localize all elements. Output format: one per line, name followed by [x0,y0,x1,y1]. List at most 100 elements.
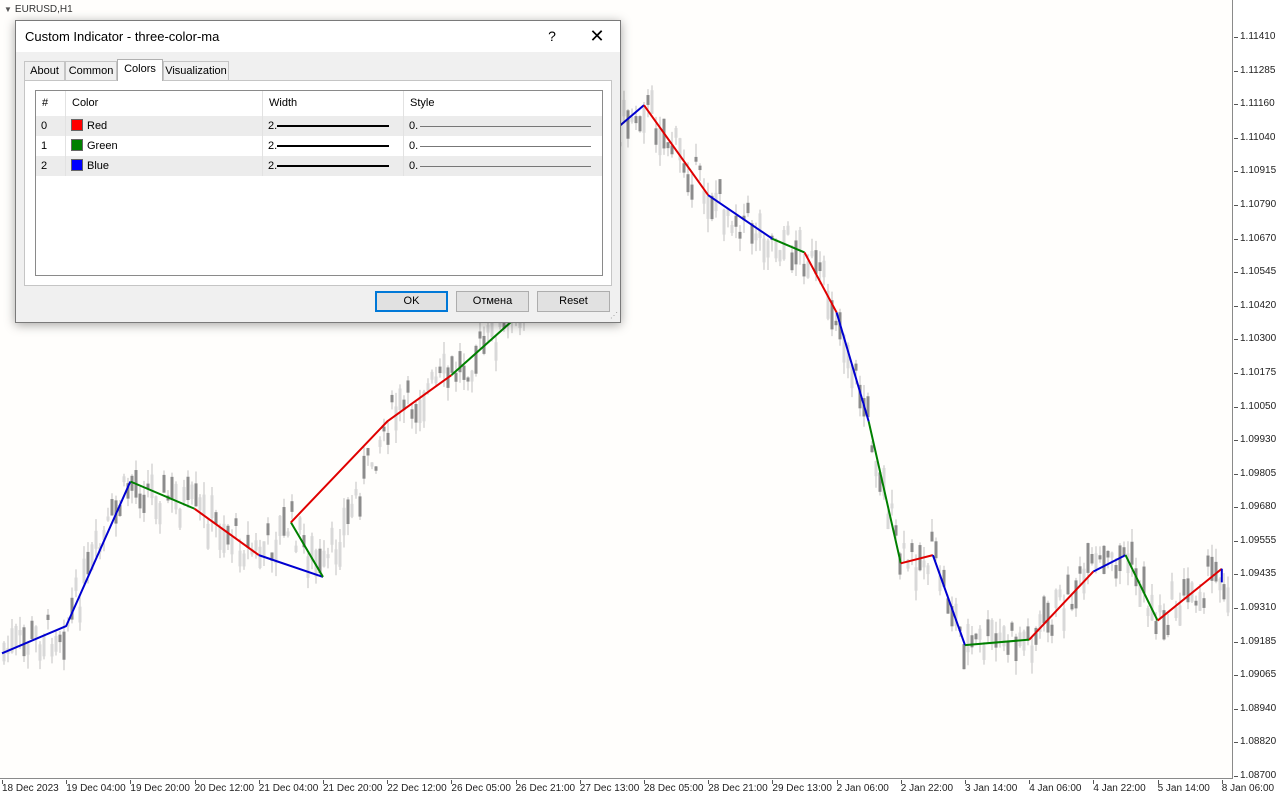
resize-grip-icon[interactable]: ⋰ [610,312,618,320]
candle-body [1222,584,1226,600]
price-label: 1.09310 [1240,602,1277,614]
time-label: 2 Jan 06:00 [836,783,889,794]
symbol-label[interactable]: ▼ EURUSD,H1 [4,4,73,15]
candle-body [650,90,654,114]
candle-body [326,554,330,559]
ma-segment-red [1156,567,1223,622]
color-cell[interactable]: Blue [66,156,263,176]
color-cell[interactable]: Red [66,116,263,136]
width-cell[interactable]: 2. [263,116,404,136]
price-tick [1234,574,1238,576]
table-row[interactable]: 0 Red 2. 0. [36,116,602,136]
price-label: 1.09805 [1240,467,1277,479]
price-tick [1234,708,1238,710]
candle-body [286,531,290,536]
color-cell[interactable]: Green [66,136,263,156]
dialog-titlebar[interactable]: Custom Indicator - three-color-ma ? ✕ [16,21,620,52]
candle-body [1030,645,1034,663]
column-header-width[interactable]: Width [263,91,404,116]
table-row[interactable]: 1 Green 2. 0. [36,136,602,156]
width-value: 2. [268,160,278,172]
candle-body [1174,607,1178,618]
price-label: 1.10790 [1240,198,1277,210]
candle-body [18,630,22,636]
candle-body [702,190,706,204]
candle-body [766,240,770,258]
time-label: 5 Jan 14:00 [1157,783,1210,794]
candle-body [58,634,62,643]
time-axis: 18 Dec 2023 19 Dec 04:00 19 Dec 20:00 20 De… [0,780,1274,800]
candle-body [358,496,362,517]
style-cell[interactable]: 0. [404,136,602,156]
style-preview-line [420,166,591,167]
candle-body [654,128,658,145]
price-label: 1.10420 [1240,299,1277,311]
tab-about[interactable]: About [24,61,65,80]
tab-visualization[interactable]: Visualization [163,61,229,80]
candle-body [794,240,798,265]
table-header: # Color Width Style [36,91,602,117]
candle-body [790,252,794,271]
style-cell[interactable]: 0. [404,116,602,136]
price-label: 1.09065 [1240,669,1277,681]
reset-button[interactable]: Reset [537,291,610,312]
candle-body [1002,626,1006,647]
time-label: 29 Dec 13:00 [772,783,832,794]
candle-body [494,342,498,361]
candle-body [642,107,646,133]
time-label: 3 Jan 14:00 [965,783,1018,794]
candle-body [218,527,222,550]
candle-body [1114,565,1118,579]
candle-body [74,577,78,591]
tab-colors[interactable]: Colors [117,59,163,81]
ok-button[interactable]: OK [375,291,448,312]
candle-body [462,365,466,380]
candle-body [14,626,18,648]
time-label: 18 Dec 2023 [2,783,59,794]
candle-body [430,371,434,380]
colors-table: # Color Width Style 0 Red 2. 0. 1 Green … [35,90,603,276]
candle-body [926,565,930,575]
style-cell[interactable]: 0. [404,156,602,176]
candle-body [818,262,822,272]
price-tick [1234,776,1238,777]
column-header-color[interactable]: Color [66,91,263,116]
column-header-index[interactable]: # [36,91,66,116]
candle-body [1130,541,1134,565]
candle-body [962,644,966,670]
candle-body [1102,545,1106,574]
candle-body [1090,554,1094,564]
candle-body [1042,596,1046,624]
candle-body [390,394,394,403]
candle-body [694,156,698,162]
price-label: 1.09680 [1240,501,1277,513]
candle-body [138,493,142,509]
cancel-button[interactable]: Отмена [456,291,529,312]
candle-body [802,263,806,277]
row-index: 0 [36,116,66,136]
row-index: 1 [36,136,66,156]
price-tick [1234,238,1238,240]
price-label: 1.11160 [1240,98,1275,110]
ma-segment-blue [835,312,870,422]
width-cell[interactable]: 2. [263,156,404,176]
candle-body [418,399,422,423]
column-header-style[interactable]: Style [404,91,602,116]
ma-segment-green [450,317,517,376]
price-label: 1.10300 [1240,333,1277,345]
candle-body [674,127,678,138]
table-row[interactable]: 2 Blue 2. 0. [36,156,602,176]
candle-body [158,503,162,525]
width-cell[interactable]: 2. [263,136,404,156]
candle-body [810,251,814,257]
candle-body [486,325,490,333]
candle-body [78,606,82,623]
candle-body [982,645,986,660]
candle-body [762,238,766,263]
close-button[interactable]: ✕ [584,23,610,49]
candle-body [410,409,414,419]
help-button[interactable]: ? [538,23,566,49]
tab-common[interactable]: Common [65,61,117,80]
candle-body [470,370,474,382]
candle-body [1198,591,1202,611]
